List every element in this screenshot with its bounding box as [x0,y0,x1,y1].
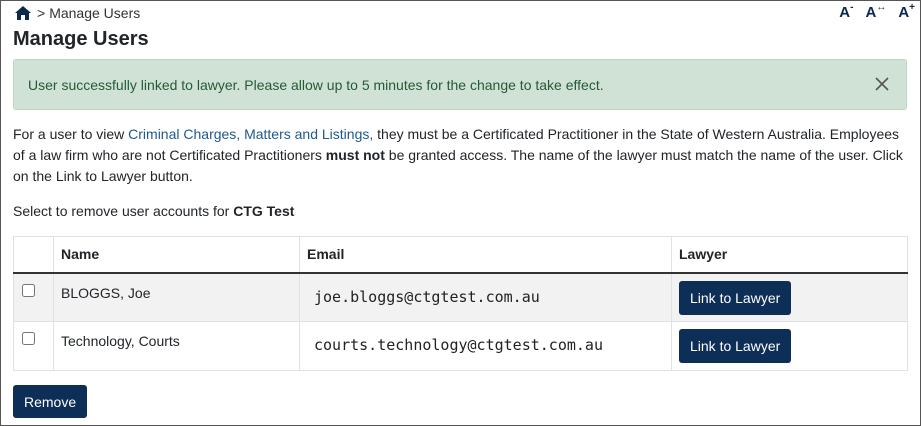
alert-message: User successfully linked to lawyer. Plea… [28,76,604,93]
user-name: BLOGGS, Joe [53,272,300,322]
table-row: Technology, Courts courts.technology@ctg… [13,321,908,371]
decrease-font-icon: - [850,2,854,13]
home-icon[interactable] [14,5,32,21]
header-name: Name [53,236,300,274]
link-to-lawyer-button[interactable]: Link to Lawyer [679,280,792,315]
page-title: Manage Users [13,28,149,50]
header-lawyer: Lawyer [671,236,908,274]
table-row: BLOGGS, Joe joe.bloggs@ctgtest.com.au Li… [13,272,908,322]
increase-font-button[interactable]: A+ [898,2,915,21]
user-email: joe.bloggs@ctgtest.com.au [314,287,540,306]
breadcrumb-separator: > [37,5,46,21]
breadcrumb: > Manage Users [14,4,140,22]
row-select-checkbox[interactable] [22,332,35,345]
reset-font-button[interactable]: A↔ [865,2,887,21]
firm-name: CTG Test [233,203,295,219]
intro-text: For a user to view Criminal Charges, Mat… [13,126,903,184]
header-email: Email [299,236,672,274]
criminal-charges-link[interactable]: Criminal Charges, Matters and Listings, [128,126,373,142]
header-select [13,236,54,274]
font-size-controls: A- A↔ A+ [839,2,915,21]
link-to-lawyer-button[interactable]: Link to Lawyer [679,329,792,363]
success-alert: User successfully linked to lawyer. Plea… [13,59,907,110]
users-table: Name Email Lawyer BLOGGS, Joe joe.bloggs… [13,236,908,371]
user-name: Technology, Courts [53,321,300,371]
close-icon[interactable] [874,76,890,92]
remove-button[interactable]: Remove [13,385,88,418]
increase-font-icon: + [909,2,915,13]
row-select-checkbox[interactable] [22,283,35,297]
user-email: courts.technology@ctgtest.com.au [314,336,603,354]
breadcrumb-current: Manage Users [49,5,141,21]
decrease-font-button[interactable]: A- [839,2,854,21]
select-instruction: Select to remove user accounts for CTG T… [13,203,295,219]
reset-font-icon: ↔ [876,2,887,13]
